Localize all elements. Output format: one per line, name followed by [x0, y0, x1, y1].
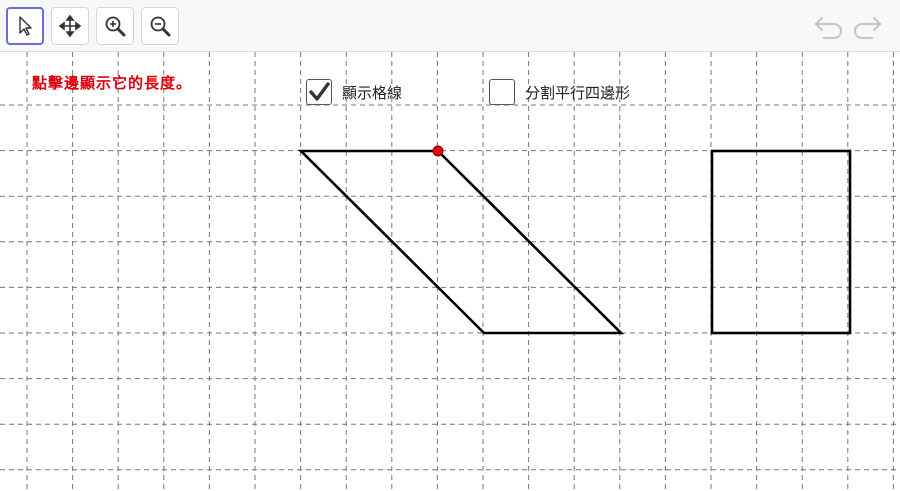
split-parallelogram-checkbox-box[interactable] [489, 79, 515, 105]
draggable-point[interactable] [432, 145, 444, 157]
zoom-in-button[interactable] [96, 7, 134, 45]
show-grid-checkbox[interactable]: 顯示格線 [306, 78, 402, 106]
undo-icon[interactable] [812, 12, 846, 42]
arrow-cursor-icon [19, 16, 32, 36]
redo-icon[interactable] [850, 12, 884, 42]
move-graphics-view-button[interactable] [51, 7, 89, 45]
select-tool-button[interactable] [6, 7, 44, 45]
move-arrows-icon [58, 14, 82, 38]
zoom-out-button[interactable] [141, 7, 179, 45]
show-grid-label: 顯示格線 [342, 83, 403, 102]
zoom-in-icon [105, 16, 126, 37]
instruction-text: 點擊邊顯示它的長度。 [32, 74, 193, 92]
graphics-canvas[interactable] [0, 52, 900, 491]
toolbar [0, 0, 900, 52]
checkmark-icon [309, 82, 330, 101]
split-parallelogram-label: 分割平行四邊形 [525, 83, 631, 102]
zoom-out-icon [150, 16, 171, 37]
show-grid-checkbox-box[interactable] [306, 79, 332, 105]
split-parallelogram-checkbox[interactable]: 分割平行四邊形 [489, 78, 630, 106]
grid-lines [0, 52, 900, 491]
